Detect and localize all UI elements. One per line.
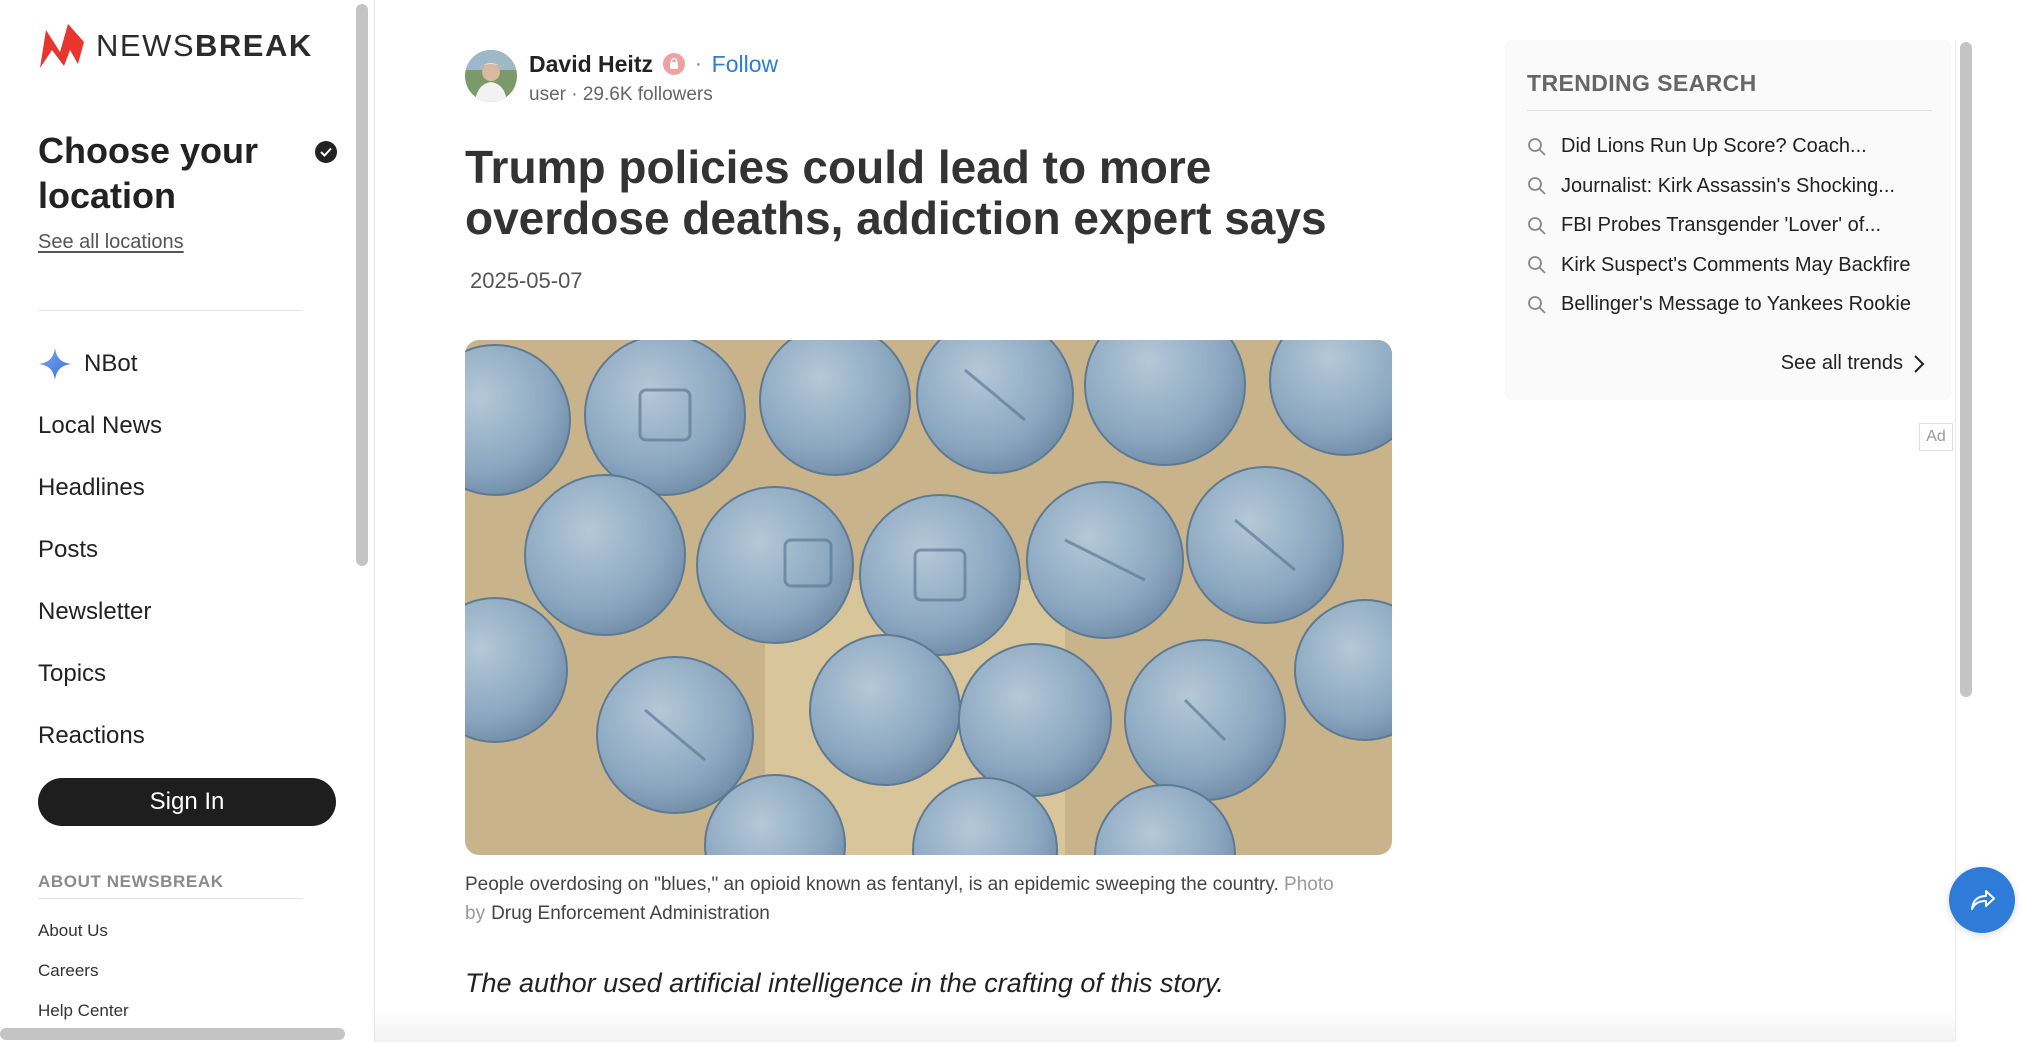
- about-links: About Us Careers Help Center: [38, 919, 129, 1039]
- article-headline: Trump policies could lead to more overdo…: [465, 141, 1327, 244]
- article-date: 2025-05-07: [470, 268, 583, 293]
- trending-item[interactable]: Journalist: Kirk Assassin's Shocking...: [1527, 167, 1911, 207]
- sidebar-item-reactions[interactable]: Reactions: [38, 705, 162, 767]
- trending-item[interactable]: FBI Probes Transgender 'Lover' of...: [1527, 206, 1911, 246]
- about-heading: ABOUT NEWSBREAK: [38, 872, 224, 891]
- caption-text: People overdosing on "blues," an opioid …: [465, 874, 1279, 895]
- creator-badge-icon: [662, 53, 685, 75]
- see-all-trends-label: See all trends: [1780, 352, 1903, 374]
- about-us-link[interactable]: About Us: [38, 919, 129, 959]
- author-avatar[interactable]: [465, 50, 517, 102]
- photo-by-label: Photo: [1284, 874, 1334, 895]
- photo-credit: Drug Enforcement Administration: [491, 903, 770, 924]
- trending-item-label: FBI Probes Transgender 'Lover' of...: [1561, 214, 1882, 237]
- ai-disclosure-note: The author used artificial intelligence …: [465, 968, 1224, 998]
- chevron-right-icon: [1914, 354, 1925, 373]
- see-all-locations-link[interactable]: See all locations: [38, 231, 184, 254]
- sign-in-button[interactable]: Sign In: [38, 778, 336, 826]
- photo-by-label-2: by: [465, 903, 486, 924]
- trending-item-label: Journalist: Kirk Assassin's Shocking...: [1561, 174, 1895, 197]
- sidebar-item-posts[interactable]: Posts: [38, 519, 162, 581]
- sidebar-horizontal-scrollbar[interactable]: [0, 1028, 345, 1040]
- fentanyl-pills-image: [465, 340, 1392, 855]
- trending-item[interactable]: Bellinger's Message to Yankees Rookie: [1527, 285, 1911, 325]
- share-button[interactable]: [1949, 867, 2015, 933]
- location-check-icon[interactable]: [315, 141, 337, 163]
- sidebar-item-newsletter[interactable]: Newsletter: [38, 581, 162, 643]
- sidebar-item-headlines[interactable]: Headlines: [38, 457, 162, 519]
- trending-item[interactable]: Did Lions Run Up Score? Coach...: [1527, 127, 1911, 167]
- search-icon: [1528, 137, 1546, 156]
- about-divider: [38, 898, 302, 899]
- sidebar-nav: NBot Local News Headlines Posts Newslett…: [38, 333, 162, 767]
- ad-label: Ad: [1919, 423, 1953, 451]
- trending-divider: [1527, 110, 1932, 111]
- search-icon: [1528, 216, 1546, 235]
- right-vertical-scrollbar[interactable]: [1960, 42, 1972, 697]
- search-icon: [1528, 295, 1546, 314]
- sidebar-item-label: NBot: [84, 350, 138, 377]
- sidebar-vertical-scrollbar[interactable]: [356, 4, 368, 566]
- author-block: David Heitz · Follow user · 29.6K follow…: [465, 50, 778, 106]
- logo-wordmark: NEWSBREAK: [96, 28, 313, 63]
- sidebar-item-topics[interactable]: Topics: [38, 643, 162, 705]
- bottom-fade: [375, 1010, 1955, 1042]
- trending-list: Did Lions Run Up Score? Coach... Journal…: [1527, 127, 1911, 325]
- sidebar-border: [374, 0, 375, 1042]
- image-caption: People overdosing on "blues," an opioid …: [465, 870, 1395, 928]
- share-icon: [1971, 890, 1995, 910]
- sidebar-divider: [38, 310, 302, 311]
- sidebar-item-nbot[interactable]: NBot: [38, 333, 162, 395]
- search-icon: [1528, 256, 1546, 274]
- separator-dot: ·: [694, 52, 702, 75]
- sparkle-icon: [39, 348, 71, 380]
- newsbreak-logo[interactable]: NEWSBREAK: [38, 22, 313, 70]
- see-all-trends-link[interactable]: See all trends: [1781, 352, 1925, 375]
- search-icon: [1528, 177, 1546, 195]
- careers-link[interactable]: Careers: [38, 959, 129, 999]
- follow-button[interactable]: Follow: [712, 51, 778, 78]
- trending-item-label: Bellinger's Message to Yankees Rookie: [1561, 293, 1911, 316]
- trending-search-panel: TRENDING SEARCH Did Lions Run Up Score? …: [1505, 40, 1951, 400]
- trending-item-label: Kirk Suspect's Comments May Backfire: [1561, 253, 1911, 276]
- author-meta: user · 29.6K followers: [529, 84, 713, 105]
- trending-title: TRENDING SEARCH: [1527, 70, 1757, 96]
- newsbreak-logo-icon: [40, 24, 84, 68]
- location-title: Choose your location: [38, 130, 259, 216]
- author-name[interactable]: David Heitz: [529, 51, 653, 78]
- trending-item[interactable]: Kirk Suspect's Comments May Backfire: [1527, 246, 1911, 286]
- trending-item-label: Did Lions Run Up Score? Coach...: [1561, 135, 1867, 158]
- sidebar-item-local-news[interactable]: Local News: [38, 395, 162, 457]
- sidebar: NEWSBREAK Choose your location See all l…: [0, 0, 352, 1042]
- article-hero-image: [465, 340, 1392, 855]
